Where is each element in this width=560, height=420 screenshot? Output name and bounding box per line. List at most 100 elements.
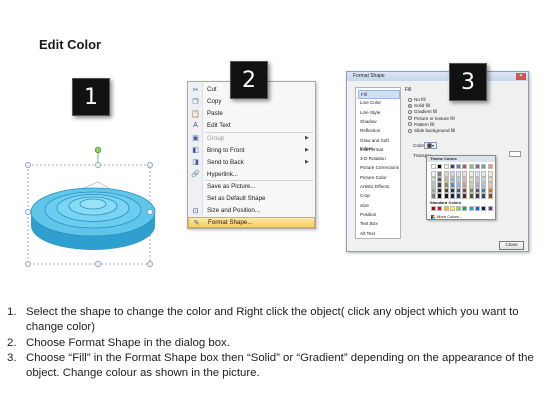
color-swatch[interactable] bbox=[468, 164, 474, 169]
dialog-nav-size[interactable]: Size bbox=[358, 202, 400, 211]
instruction-step: 3. Choose “Fill” in the Format Shape box … bbox=[7, 351, 552, 382]
dialog-nav-shadow[interactable]: Shadow bbox=[358, 118, 400, 127]
cut-icon: ✂ bbox=[192, 86, 199, 94]
menu-item-group[interactable]: ▣ Group ▶ bbox=[188, 133, 315, 144]
menu-item-set-as-default-shape[interactable]: Set as Default Shape bbox=[188, 193, 315, 204]
menu-item-size-and-position[interactable]: ⊡ Size and Position... bbox=[188, 205, 315, 216]
dialog-nav-picture-corrections[interactable]: Picture Corrections bbox=[358, 164, 400, 173]
dialog-nav-picture-color[interactable]: Picture Color bbox=[358, 174, 400, 183]
color-swatch[interactable] bbox=[449, 193, 455, 199]
menu-item-send-to-back[interactable]: ◨ Send to Back ▶ bbox=[188, 157, 315, 168]
resize-handle[interactable] bbox=[95, 261, 101, 267]
resize-handle[interactable] bbox=[147, 261, 153, 267]
color-swatch[interactable] bbox=[475, 206, 481, 211]
menu-item-save-as-picture[interactable]: Save as Picture... bbox=[188, 181, 315, 192]
close-icon[interactable]: ✕ bbox=[516, 73, 526, 80]
group-icon: ▣ bbox=[192, 135, 199, 142]
step-number: 3. bbox=[7, 351, 17, 364]
theme-colors-row bbox=[431, 164, 493, 169]
dialog-nav-glow-and-soft-edges[interactable]: Glow and Soft Edges bbox=[358, 137, 400, 152]
fill-option-gradient-fill[interactable]: Gradient fill bbox=[408, 109, 437, 114]
dialog-title: Format Shape bbox=[347, 72, 528, 81]
color-swatch[interactable] bbox=[487, 164, 493, 169]
fill-option-no-fill[interactable]: No fill bbox=[408, 97, 426, 102]
menu-item-format-shape[interactable]: ✎ Format Shape... bbox=[188, 217, 315, 228]
radio-icon bbox=[408, 116, 412, 121]
color-swatch[interactable] bbox=[475, 193, 481, 199]
dialog-nav-alt-text[interactable]: Alt Text bbox=[358, 230, 400, 239]
more-colors-link[interactable]: More Colors... bbox=[431, 214, 462, 219]
dialog-nav-line-style[interactable]: Line Style bbox=[358, 109, 400, 118]
fill-option-slide-background-fill[interactable]: Slide background fill bbox=[408, 128, 455, 133]
color-swatch[interactable] bbox=[462, 206, 468, 211]
fill-option-label: Gradient fill bbox=[414, 109, 438, 115]
close-button[interactable]: Close bbox=[499, 241, 524, 250]
color-swatch[interactable] bbox=[468, 206, 474, 211]
resize-handle[interactable] bbox=[147, 209, 153, 215]
selected-shape[interactable] bbox=[18, 140, 168, 270]
color-picker-button[interactable]: ⬛▾ bbox=[424, 142, 437, 149]
dialog-nav-artistic-effects[interactable]: Artistic Effects bbox=[358, 183, 400, 192]
menu-item-paste[interactable]: 📋 Paste bbox=[188, 108, 315, 119]
fill-option-solid-fill[interactable]: Solid fill bbox=[408, 103, 430, 108]
transparency-input[interactable] bbox=[509, 151, 521, 157]
resize-handle[interactable] bbox=[95, 162, 101, 168]
color-swatch[interactable] bbox=[431, 193, 436, 199]
color-swatch[interactable] bbox=[437, 193, 443, 199]
menu-item-edit-text[interactable]: A Edit Text bbox=[188, 120, 315, 131]
fill-option-picture-or-texture-fill[interactable]: Picture or texture fill bbox=[408, 116, 455, 121]
color-swatch[interactable] bbox=[449, 164, 455, 169]
instruction-step: 1. Select the shape to change the color a… bbox=[7, 305, 552, 336]
bring-to-front-icon: ◧ bbox=[192, 147, 199, 154]
color-swatch[interactable] bbox=[456, 206, 462, 211]
size-position-icon: ⊡ bbox=[192, 207, 199, 215]
color-swatch[interactable] bbox=[487, 193, 493, 199]
color-swatch[interactable] bbox=[468, 193, 474, 199]
resize-handle[interactable] bbox=[25, 209, 31, 215]
layered-disc-shape[interactable] bbox=[18, 140, 168, 270]
dialog-nav-fill[interactable]: Fill bbox=[358, 90, 400, 99]
dialog-nav-3-d-format[interactable]: 3-D Format bbox=[358, 146, 400, 155]
rotate-handle[interactable] bbox=[94, 146, 102, 154]
color-palette-dropdown: Theme Colors Standard Colors More Colors… bbox=[426, 155, 496, 220]
menu-item-bring-to-front[interactable]: ◧ Bring to Front ▶ bbox=[188, 145, 315, 156]
color-swatch[interactable] bbox=[456, 193, 462, 199]
color-swatch[interactable] bbox=[487, 206, 493, 211]
step-badge-2: 2 bbox=[230, 61, 268, 99]
color-swatch[interactable] bbox=[481, 193, 487, 199]
theme-color-shades bbox=[431, 171, 493, 199]
color-swatch[interactable] bbox=[462, 164, 468, 169]
color-swatch[interactable] bbox=[431, 206, 436, 211]
paint-bucket-icon: ⬛▾ bbox=[427, 143, 434, 148]
color-swatch[interactable] bbox=[449, 206, 455, 211]
color-swatch[interactable] bbox=[481, 164, 487, 169]
menu-item-label: Group bbox=[207, 134, 225, 142]
fill-option-pattern-fill[interactable]: Pattern fill bbox=[408, 122, 434, 127]
dialog-nav-position[interactable]: Position bbox=[358, 211, 400, 220]
color-swatch[interactable] bbox=[431, 164, 436, 169]
edit-text-icon: A bbox=[193, 122, 198, 129]
instruction-list: 1. Select the shape to change the color a… bbox=[7, 305, 552, 381]
color-swatch[interactable] bbox=[443, 206, 449, 211]
format-shape-icon: ✎ bbox=[193, 219, 200, 227]
menu-item-label: Size and Position... bbox=[207, 207, 260, 214]
radio-icon bbox=[408, 128, 412, 133]
resize-handle[interactable] bbox=[147, 162, 153, 168]
menu-item-label: Edit Text bbox=[207, 122, 231, 129]
dialog-nav-text-box[interactable]: Text Box bbox=[358, 220, 400, 229]
color-swatch[interactable] bbox=[475, 164, 481, 169]
dialog-nav-3-d-rotation[interactable]: 3-D Rotation bbox=[358, 155, 400, 164]
dialog-nav-crop[interactable]: Crop bbox=[358, 192, 400, 201]
dialog-nav-reflection[interactable]: Reflection bbox=[358, 127, 400, 136]
resize-handle[interactable] bbox=[25, 261, 31, 267]
color-swatch[interactable] bbox=[456, 164, 462, 169]
color-swatch[interactable] bbox=[481, 206, 487, 211]
dialog-nav-line-color[interactable]: Line Color bbox=[358, 99, 400, 108]
color-swatch[interactable] bbox=[437, 206, 443, 211]
resize-handle[interactable] bbox=[25, 162, 31, 168]
color-swatch[interactable] bbox=[443, 193, 449, 199]
color-swatch[interactable] bbox=[462, 193, 468, 199]
color-swatch[interactable] bbox=[443, 164, 449, 169]
color-swatch[interactable] bbox=[437, 164, 443, 169]
menu-item-hyperlink[interactable]: 🔗 Hyperlink... bbox=[188, 169, 315, 180]
